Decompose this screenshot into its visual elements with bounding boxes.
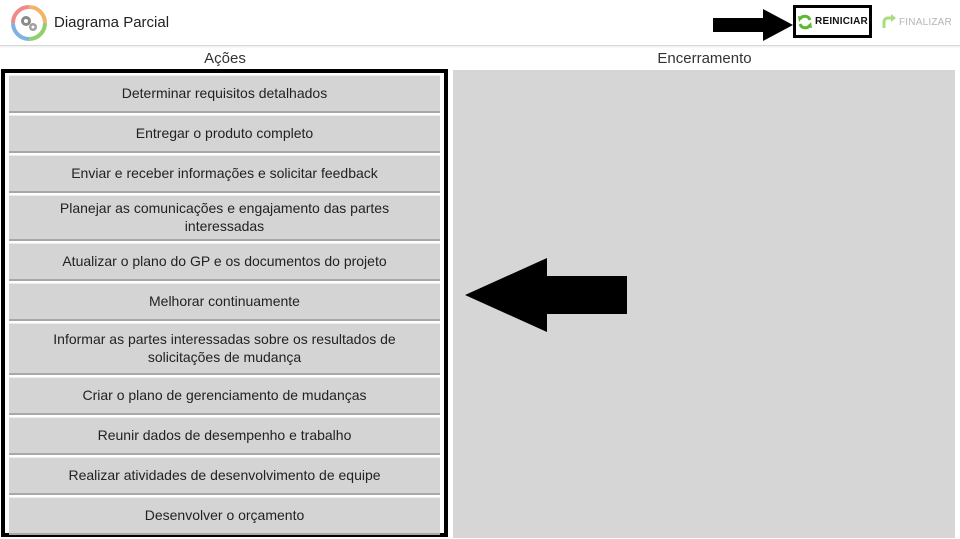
finish-label: FINALIZAR bbox=[899, 16, 952, 28]
action-card[interactable]: Desenvolver o orçamento bbox=[9, 497, 440, 535]
action-card[interactable]: Determinar requisitos detalhados bbox=[9, 75, 440, 113]
action-card[interactable]: Informar as partes interessadas sobre os… bbox=[9, 323, 440, 375]
action-card[interactable]: Reunir dados de desempenho e trabalho bbox=[9, 417, 440, 455]
action-card[interactable]: Realizar atividades de desenvolvimento d… bbox=[9, 457, 440, 495]
gears-cycle-icon bbox=[11, 5, 47, 41]
action-card[interactable]: Enviar e receber informações e solicitar… bbox=[9, 155, 440, 193]
action-card[interactable]: Criar o plano de gerenciamento de mudanç… bbox=[9, 377, 440, 415]
action-card[interactable]: Entregar o produto completo bbox=[9, 115, 440, 153]
action-card[interactable]: Atualizar o plano do GP e os documentos … bbox=[9, 243, 440, 281]
actions-column-title: Ações bbox=[204, 50, 246, 67]
app-title: Diagrama Parcial bbox=[54, 14, 170, 31]
closing-column-title: Encerramento bbox=[657, 50, 752, 67]
top-bar: Diagrama Parcial REINICIAR FINALIZAR bbox=[0, 0, 960, 46]
redo-arrow-icon bbox=[882, 14, 896, 28]
refresh-icon bbox=[798, 14, 813, 29]
finish-button[interactable]: FINALIZAR bbox=[881, 12, 955, 32]
annotation-arrow-right-icon bbox=[713, 9, 793, 41]
restart-label: REINICIAR bbox=[815, 16, 868, 27]
action-card[interactable]: Melhorar continuamente bbox=[9, 283, 440, 321]
actions-panel: Determinar requisitos detalhados Entrega… bbox=[1, 69, 448, 537]
restart-button[interactable]: REINICIAR bbox=[793, 5, 872, 38]
annotation-arrow-left-icon bbox=[465, 258, 627, 332]
action-card[interactable]: Planejar as comunicações e engajamento d… bbox=[9, 195, 440, 241]
